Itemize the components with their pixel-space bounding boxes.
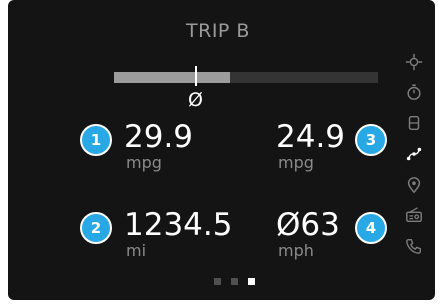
page-dot-2[interactable] <box>231 278 238 285</box>
comparison-bar-track <box>230 72 378 83</box>
radio-icon[interactable] <box>404 205 424 225</box>
comparison-bar-marker <box>195 66 197 86</box>
metric-value: 24.9 <box>276 119 346 155</box>
metric-unit: mph <box>278 241 314 260</box>
badge-1: 1 <box>80 124 112 156</box>
page-dot-3[interactable] <box>248 278 255 285</box>
page-title: TRIP B <box>186 20 250 42</box>
metric-unit: mpg <box>278 153 314 172</box>
metric-value: 29.9 <box>124 119 194 155</box>
route-icon[interactable] <box>404 144 424 164</box>
metric-unit: mi <box>126 241 147 260</box>
comparison-bar-fill <box>114 72 230 83</box>
phone-icon[interactable] <box>404 236 424 256</box>
crosshair-icon[interactable] <box>404 52 424 72</box>
average-symbol: Ø <box>188 89 203 111</box>
metric-unit: mpg <box>126 153 162 172</box>
badge-2: 2 <box>80 212 112 244</box>
page-dot-1[interactable] <box>214 278 221 285</box>
badge-3: 3 <box>355 124 387 156</box>
metric-value: 1234.5 <box>124 207 233 243</box>
location-pin-icon[interactable] <box>404 175 424 195</box>
stopwatch-icon[interactable] <box>404 82 424 102</box>
seat-icon[interactable] <box>404 113 424 133</box>
trip-computer-screen: TRIP B Ø 1 29.9 mpg 24.9 mpg 3 2 1234.5 … <box>8 0 435 300</box>
metric-value: Ø63 <box>276 207 340 243</box>
badge-4: 4 <box>355 212 387 244</box>
